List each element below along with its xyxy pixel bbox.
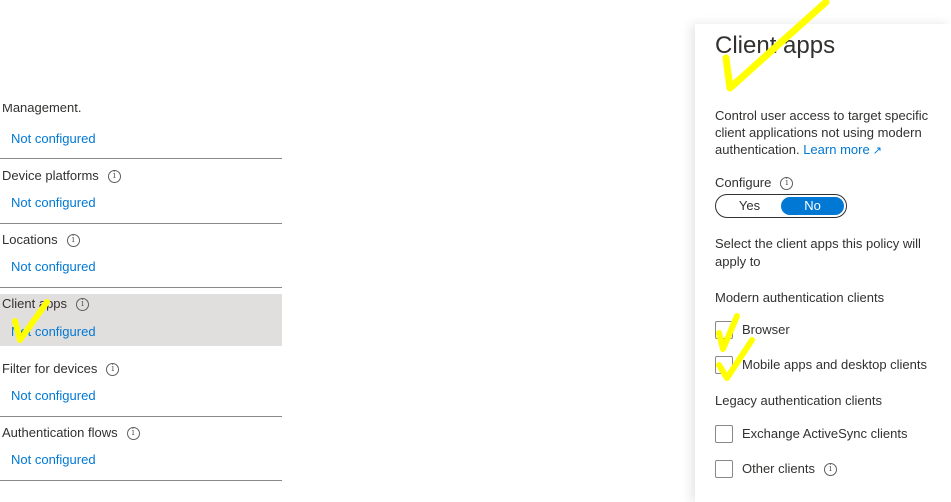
info-icon[interactable]: i — [780, 176, 794, 190]
condition-title-device-platforms[interactable]: Device platforms i — [2, 168, 121, 184]
configure-label: Configure i — [715, 175, 794, 191]
condition-title-text: Device platforms — [2, 168, 99, 183]
divider — [0, 416, 282, 417]
divider — [0, 158, 282, 159]
learn-more-link[interactable]: Learn more ↗ — [803, 142, 882, 157]
divider — [0, 480, 282, 481]
external-link-icon: ↗ — [872, 145, 882, 157]
condition-value-management[interactable]: Not configured — [11, 131, 96, 147]
divider — [0, 287, 282, 288]
condition-value-device-platforms[interactable]: Not configured — [11, 195, 96, 211]
condition-title-text: Authentication flows — [2, 425, 118, 440]
exchange-activesync-checkbox[interactable] — [715, 425, 733, 443]
other-clients-label: Other clients i — [742, 461, 837, 477]
mobile-desktop-label: Mobile apps and desktop clients — [742, 357, 928, 372]
learn-more-text: Learn more — [803, 142, 870, 157]
info-icon[interactable]: i — [106, 362, 120, 376]
info-icon[interactable]: i — [126, 426, 140, 440]
modern-auth-heading: Modern authentication clients — [715, 290, 885, 305]
condition-title-management: Management. — [2, 104, 82, 115]
checkbox-row-browser[interactable]: Browser — [715, 321, 790, 339]
condition-title-text: Client apps — [2, 296, 68, 311]
conditions-list: Management. Not configured Device platfo… — [0, 0, 282, 502]
condition-value-authentication-flows[interactable]: Not configured — [11, 452, 96, 468]
toggle-no-option[interactable]: No — [781, 197, 844, 215]
divider — [0, 223, 282, 224]
condition-value-client-apps[interactable]: Not configured — [11, 324, 96, 340]
select-apps-instruction: Select the client apps this policy will … — [715, 236, 921, 269]
legacy-auth-heading: Legacy authentication clients — [715, 393, 882, 408]
condition-title-authentication-flows[interactable]: Authentication flows i — [2, 425, 140, 441]
info-icon[interactable]: i — [76, 297, 90, 311]
exchange-activesync-label: Exchange ActiveSync clients — [742, 426, 908, 441]
info-icon[interactable]: i — [823, 462, 837, 476]
panel-description: Control user access to target specific c… — [715, 107, 947, 160]
condition-title-client-apps[interactable]: Client apps i — [2, 296, 90, 312]
condition-title-text: Locations — [2, 232, 58, 247]
other-clients-text: Other clients — [742, 461, 815, 476]
condition-title-text: Filter for devices — [2, 361, 98, 376]
configure-toggle[interactable]: Yes No — [715, 194, 847, 218]
info-icon[interactable]: i — [66, 233, 80, 247]
toggle-yes-option[interactable]: Yes — [718, 197, 781, 215]
client-apps-panel: Client apps Control user access to targe… — [695, 24, 951, 502]
mobile-desktop-checkbox[interactable] — [715, 356, 733, 374]
checkbox-row-other-clients[interactable]: Other clients i — [715, 460, 837, 478]
browser-label: Browser — [742, 322, 790, 337]
panel-title: Client apps — [715, 32, 836, 59]
checkbox-row-mobile-desktop[interactable]: Mobile apps and desktop clients — [715, 356, 927, 374]
checkbox-row-exchange-activesync[interactable]: Exchange ActiveSync clients — [715, 425, 907, 443]
condition-title-locations[interactable]: Locations i — [2, 232, 80, 248]
condition-title-filter-for-devices[interactable]: Filter for devices i — [2, 361, 120, 377]
configure-label-text: Configure — [715, 175, 772, 190]
info-icon[interactable]: i — [107, 169, 121, 183]
condition-value-locations[interactable]: Not configured — [11, 259, 96, 275]
other-clients-checkbox[interactable] — [715, 460, 733, 478]
browser-checkbox[interactable] — [715, 321, 733, 339]
condition-value-filter-for-devices[interactable]: Not configured — [11, 388, 96, 404]
